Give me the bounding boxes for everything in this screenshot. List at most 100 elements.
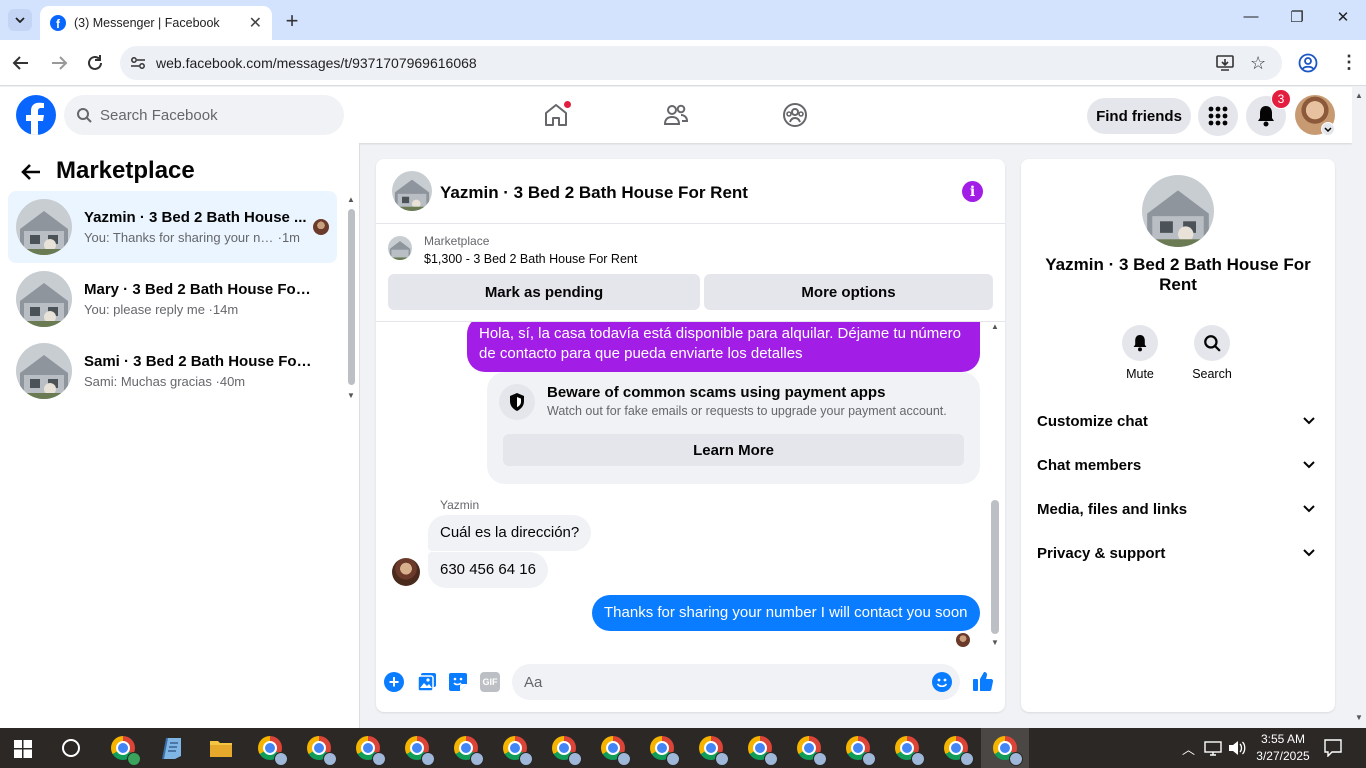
chrome-taskbar-icon[interactable]: [541, 732, 587, 766]
notepad-taskbar-icon[interactable]: [149, 732, 195, 764]
conversation-preview: You: Thanks for sharing your nu...: [84, 230, 274, 245]
scam-warning-card: Beware of common scams using payment app…: [487, 372, 980, 484]
more-options-button[interactable]: More options: [704, 274, 993, 310]
network-icon[interactable]: [1204, 740, 1222, 756]
reload-icon: [88, 55, 102, 70]
close-window-button[interactable]: ✕: [1328, 8, 1358, 26]
chrome-taskbar-icon[interactable]: [884, 732, 930, 766]
gif-icon[interactable]: GIF: [480, 672, 500, 692]
home-nav-button[interactable]: [543, 100, 572, 128]
sender-avatar[interactable]: [392, 558, 420, 586]
seen-avatar: [956, 633, 970, 647]
close-tab-icon[interactable]: ✕: [249, 13, 262, 33]
minimize-button[interactable]: —: [1236, 8, 1266, 25]
chat-panel: Yazmin · 3 Bed 2 Bath House For Rent i M…: [376, 159, 1005, 712]
profile-thumbnail[interactable]: [1142, 175, 1214, 247]
chrome-taskbar-icon[interactable]: [590, 732, 636, 766]
show-hidden-icons[interactable]: ︿: [1182, 739, 1195, 758]
privacy-support-section[interactable]: Privacy & support: [1037, 531, 1319, 575]
menu-grid-button[interactable]: [1198, 96, 1238, 136]
message-scrollbar[interactable]: ▲ ▼: [989, 322, 1001, 652]
chrome-taskbar-icon[interactable]: [296, 732, 342, 766]
like-icon[interactable]: [972, 670, 994, 692]
chrome-taskbar-icon-active[interactable]: [981, 728, 1029, 768]
chrome-taskbar-icon[interactable]: [835, 732, 881, 766]
back-button[interactable]: [12, 54, 30, 72]
chrome-taskbar-icon[interactable]: [688, 732, 734, 766]
forward-button[interactable]: [50, 54, 68, 72]
search-label: Search: [1192, 367, 1232, 381]
incoming-message[interactable]: Cuál es la dirección?: [428, 515, 592, 551]
volume-icon[interactable]: [1228, 740, 1246, 756]
chrome-taskbar-icon[interactable]: [345, 732, 391, 766]
friends-nav-button[interactable]: [663, 103, 689, 127]
search-icon: [76, 107, 92, 123]
install-app-icon[interactable]: [1216, 54, 1234, 72]
conversation-item[interactable]: Mary · 3 Bed 2 Bath House For R... You: …: [8, 263, 337, 335]
reload-button[interactable]: [86, 54, 104, 72]
message-list: Hola, sí, la casa todavía está disponibl…: [376, 322, 1005, 652]
page-scrollbar[interactable]: ▲ ▼: [1352, 87, 1366, 728]
chevron-down-icon: [1303, 549, 1315, 557]
house-thumbnail: [16, 199, 72, 255]
chrome-taskbar-icon[interactable]: [639, 732, 685, 766]
account-chevron-icon[interactable]: [1321, 122, 1335, 136]
site-settings-icon[interactable]: [130, 55, 146, 71]
emoji-icon[interactable]: [932, 672, 952, 692]
chrome-r-taskbar-icon[interactable]: [100, 732, 146, 766]
outgoing-message[interactable]: Hola, sí, la casa todavía está disponibl…: [467, 322, 980, 372]
mute-button[interactable]: Mute: [1120, 325, 1160, 381]
back-arrow-button[interactable]: [20, 162, 42, 182]
browser-menu-icon[interactable]: ⋮: [1340, 52, 1358, 73]
learn-more-label: Learn More: [693, 441, 774, 459]
browser-tab[interactable]: f (3) Messenger | Facebook ✕: [40, 6, 272, 40]
profile-icon[interactable]: [1298, 53, 1318, 73]
find-friends-button[interactable]: Find friends: [1087, 98, 1191, 134]
groups-icon: [783, 103, 807, 127]
new-tab-button[interactable]: +: [282, 8, 302, 34]
groups-nav-button[interactable]: [782, 102, 808, 128]
chrome-taskbar-icon[interactable]: [933, 732, 979, 766]
browser-tab-strip: f (3) Messenger | Facebook ✕ + — ❐ ✕: [0, 0, 1366, 40]
chrome-taskbar-icon[interactable]: [786, 732, 832, 766]
clock[interactable]: 3:55 AM 3/27/2025: [1252, 731, 1314, 765]
warning-title: Beware of common scams using payment app…: [547, 384, 886, 401]
search-chat-button[interactable]: Search: [1192, 325, 1232, 381]
chrome-taskbar-icon[interactable]: [443, 732, 489, 766]
listing-text[interactable]: $1,300 - 3 Bed 2 Bath House For Rent: [424, 252, 637, 266]
bookmark-star-icon[interactable]: ☆: [1250, 53, 1266, 74]
chrome-taskbar-icon[interactable]: [492, 732, 538, 766]
conversation-item[interactable]: Yazmin · 3 Bed 2 Bath House ... You: Tha…: [8, 191, 337, 263]
chat-members-section[interactable]: Chat members: [1037, 443, 1319, 487]
bell-icon: [1258, 106, 1274, 127]
file-explorer-taskbar-icon[interactable]: [198, 732, 244, 764]
facebook-search-input[interactable]: Search Facebook: [64, 95, 344, 135]
facebook-logo-icon[interactable]: [16, 95, 56, 135]
mark-pending-button[interactable]: Mark as pending: [388, 274, 700, 310]
outgoing-message[interactable]: Thanks for sharing your number I will co…: [592, 595, 980, 631]
chat-avatar[interactable]: [392, 171, 432, 211]
windows-start-icon[interactable]: [14, 740, 32, 758]
restore-button[interactable]: ❐: [1282, 8, 1312, 26]
sticker-icon[interactable]: [448, 672, 468, 692]
tab-search-button[interactable]: [8, 9, 32, 31]
chrome-taskbar-icon[interactable]: [247, 732, 293, 766]
chrome-taskbar-icon[interactable]: [394, 732, 440, 766]
learn-more-button[interactable]: Learn More: [503, 434, 964, 466]
conversation-time: 14m: [212, 302, 239, 317]
conversation-list-scrollbar[interactable]: ▲ ▼: [346, 195, 356, 401]
incoming-message[interactable]: 630 456 64 16: [428, 552, 548, 588]
listing-thumbnail[interactable]: [388, 236, 412, 260]
media-files-section[interactable]: Media, files and links: [1037, 487, 1319, 531]
customize-chat-section[interactable]: Customize chat: [1037, 399, 1319, 443]
photo-icon[interactable]: [417, 672, 437, 692]
notification-center-icon[interactable]: [1324, 739, 1342, 757]
message-input[interactable]: Aa: [512, 664, 960, 700]
more-actions-icon[interactable]: +: [384, 672, 404, 692]
chrome-taskbar-icon[interactable]: [737, 732, 783, 766]
address-bar[interactable]: web.facebook.com/messages/t/937170796961…: [120, 46, 1282, 80]
cortana-search-icon[interactable]: [62, 739, 80, 757]
conversation-item[interactable]: Sami · 3 Bed 2 Bath House For R... Sami:…: [8, 335, 337, 407]
info-icon[interactable]: i: [962, 181, 983, 202]
chat-title[interactable]: Yazmin · 3 Bed 2 Bath House For Rent: [440, 183, 748, 203]
